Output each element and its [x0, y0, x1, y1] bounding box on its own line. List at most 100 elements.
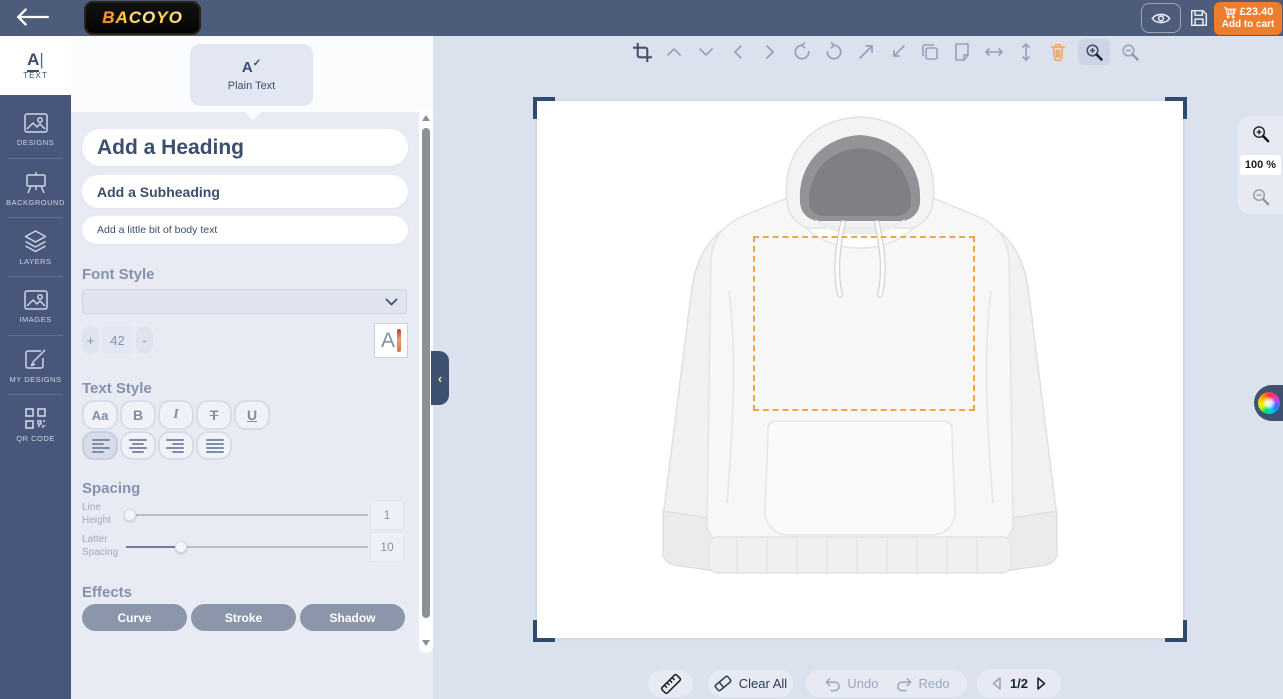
measure-button[interactable] [648, 670, 693, 697]
page-button[interactable] [950, 39, 974, 65]
clear-all-button[interactable]: Clear All [708, 670, 793, 697]
back-arrow-icon [14, 6, 54, 28]
save-button[interactable] [1185, 5, 1213, 31]
zoom-in-button[interactable] [1078, 39, 1110, 65]
align-left-button[interactable] [82, 431, 118, 460]
preview-button[interactable] [1141, 3, 1181, 33]
sidebar-item-label: BACKGROUND [6, 198, 65, 207]
canvas-corner-marker [1165, 97, 1187, 119]
undo-icon [823, 676, 842, 692]
previous-page-button[interactable] [990, 676, 1003, 691]
plain-text-label: Plain Text [228, 80, 276, 92]
move-down-button[interactable] [694, 39, 718, 65]
font-size-value[interactable]: 42 [102, 326, 133, 354]
app-root: BACOYO £23.40 Add to cart A| TEXT [0, 0, 1283, 699]
canvas-corner-marker [533, 97, 555, 119]
align-center-button[interactable] [120, 431, 156, 460]
line-height-slider[interactable] [126, 514, 368, 516]
image-icon [23, 112, 49, 134]
scrollbar-thumb[interactable] [422, 128, 430, 618]
effects-label: Effects [82, 584, 132, 601]
add-subheading-button[interactable]: Add a Subheading [82, 175, 408, 208]
effect-curve-button[interactable]: Curve [82, 604, 187, 631]
scale-down-button[interactable] [886, 39, 910, 65]
back-button[interactable] [14, 6, 54, 30]
bold-button[interactable]: B [120, 400, 156, 430]
scale-up-button[interactable] [854, 39, 878, 65]
next-page-button[interactable] [1035, 676, 1048, 691]
layers-icon [23, 229, 48, 253]
crop-button[interactable] [630, 39, 654, 65]
sidebar-item-designs[interactable]: DESIGNS [0, 100, 71, 159]
spacing-label: Spacing [82, 480, 140, 497]
letter-spacing-slider-handle[interactable] [175, 541, 187, 553]
print-area[interactable] [753, 236, 975, 411]
align-justify-button[interactable] [196, 431, 232, 460]
add-heading-button[interactable]: Add a Heading [82, 129, 408, 166]
chevron-left-icon: ‹ [438, 371, 442, 386]
eraser-icon [714, 675, 732, 692]
text-style-label: Text Style [82, 380, 152, 397]
redo-button[interactable]: Redo [895, 676, 950, 692]
app-logo: BACOYO [84, 1, 201, 35]
plain-text-button[interactable]: A✓ Plain Text [190, 44, 313, 106]
logo-text: BACOYO [102, 8, 183, 28]
underline-button[interactable]: U [234, 400, 270, 430]
zoom-widget: 100 % [1238, 116, 1283, 214]
move-up-button[interactable] [662, 39, 686, 65]
sidebar-item-my-designs[interactable]: MY DESIGNS [0, 336, 71, 395]
italic-button[interactable]: I [158, 400, 194, 430]
delete-button[interactable] [1046, 39, 1070, 65]
sidebar-item-label: LAYERS [19, 257, 51, 266]
sidebar-item-layers[interactable]: LAYERS [0, 218, 71, 277]
letter-spacing-value[interactable]: 10 [370, 532, 404, 562]
page-indicator: 1/2 [1010, 676, 1028, 691]
line-height-value[interactable]: 1 [370, 500, 404, 530]
undo-button[interactable]: Undo [823, 676, 878, 692]
font-size-decrease-button[interactable]: - [136, 326, 153, 354]
scroll-up-arrow-icon[interactable] [422, 115, 430, 121]
text-tool-icon: A| [27, 51, 44, 68]
sidebar-item-images[interactable]: IMAGES [0, 277, 71, 336]
rotate-left-button[interactable] [790, 39, 814, 65]
line-height-label: Line Height [82, 502, 126, 527]
effect-stroke-button[interactable]: Stroke [191, 604, 296, 631]
edit-square-icon [24, 347, 48, 371]
font-size-increase-button[interactable]: + [82, 326, 99, 354]
color-picker-tab[interactable] [1254, 385, 1283, 421]
color-indicator-bar [397, 329, 401, 352]
flip-vertical-button[interactable] [1014, 39, 1038, 65]
sidebar-item-qr-code[interactable]: QR CODE [0, 395, 71, 454]
panel-collapse-tab[interactable]: ‹ [431, 351, 449, 405]
sidebar-item-background[interactable]: BACKGROUND [0, 159, 71, 218]
scroll-down-arrow-icon[interactable] [422, 640, 430, 646]
eye-icon [1151, 12, 1171, 25]
sidebar-item-text[interactable]: A| TEXT [0, 36, 71, 95]
rotate-right-button[interactable] [822, 39, 846, 65]
strikethrough-button[interactable]: T [196, 400, 232, 430]
letter-spacing-label: Latter Spacing [82, 534, 126, 559]
add-to-cart-button[interactable]: £23.40 Add to cart [1214, 2, 1282, 35]
clear-all-label: Clear All [739, 676, 787, 691]
design-canvas[interactable] [537, 101, 1183, 638]
zoom-out-button[interactable] [1118, 39, 1142, 65]
move-right-button[interactable] [758, 39, 782, 65]
sidebar-item-label: MY DESIGNS [10, 375, 62, 384]
chevron-down-icon [385, 298, 398, 306]
add-body-text-button[interactable]: Add a little bit of body text [82, 216, 408, 244]
line-height-slider-handle[interactable] [124, 509, 136, 521]
zoom-out-icon[interactable] [1251, 187, 1270, 206]
align-right-button[interactable] [158, 431, 194, 460]
font-case-button[interactable]: Aa [82, 400, 118, 430]
effect-shadow-button[interactable]: Shadow [300, 604, 405, 631]
font-style-label: Font Style [82, 266, 155, 283]
duplicate-button[interactable] [918, 39, 942, 65]
move-left-button[interactable] [726, 39, 750, 65]
sidebar-item-label: TEXT [23, 71, 47, 80]
letter-spacing-slider[interactable] [126, 546, 368, 548]
font-style-select[interactable] [82, 289, 407, 314]
font-color-button[interactable]: A [374, 323, 408, 358]
zoom-in-icon[interactable] [1251, 124, 1270, 143]
cart-label: Add to cart [1222, 19, 1275, 31]
flip-horizontal-button[interactable] [982, 39, 1006, 65]
